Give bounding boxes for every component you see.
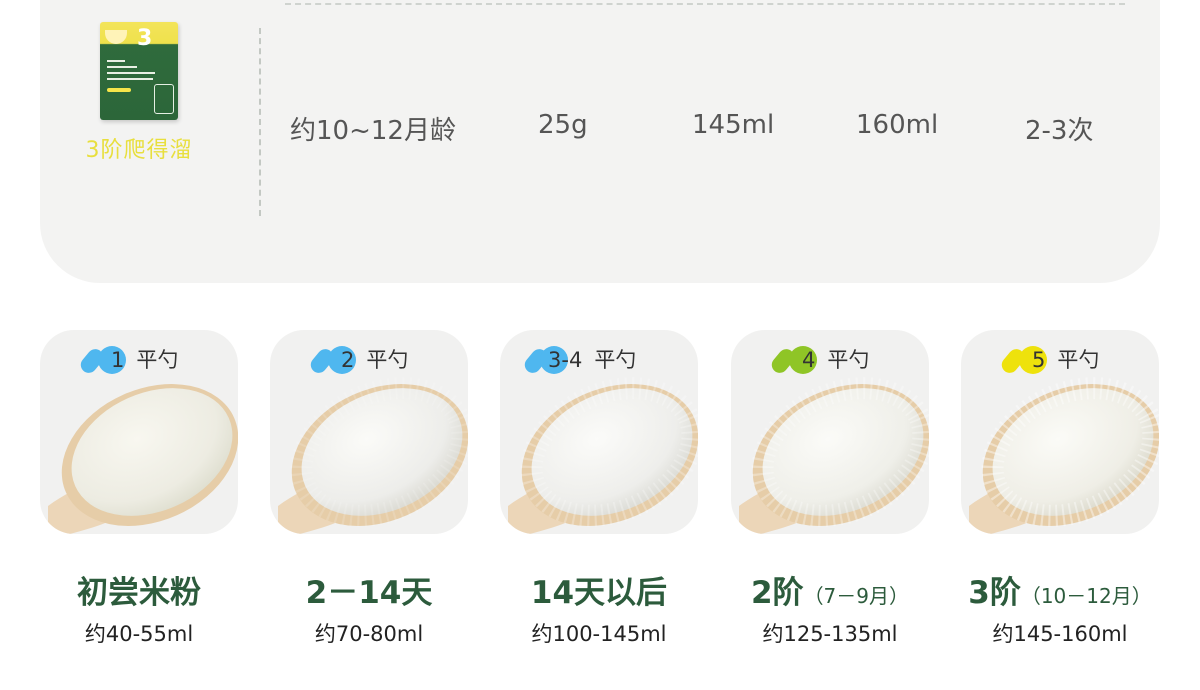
scoop-quantity: 2 平勺: [341, 344, 408, 374]
stage-title: 初尝米粉: [24, 567, 254, 612]
age-cell: 约10~12月龄: [290, 116, 456, 146]
product-package-image: 3: [100, 22, 178, 120]
column-divider: [259, 28, 261, 216]
stage-title: 14天以后: [484, 567, 714, 612]
stage-amount: 约40-55ml: [84, 622, 194, 646]
stage-tile: 5 平勺: [961, 330, 1159, 534]
total-cell: 160ml: [856, 110, 939, 140]
stage-tile: 2 平勺: [270, 330, 468, 534]
water-cell: 145ml: [692, 110, 775, 140]
stage-title: 2－14天: [254, 567, 484, 612]
scoop-number: 2: [341, 348, 355, 372]
scoop-quantity: 4 平勺: [802, 344, 869, 374]
scoop-number: 1: [111, 348, 125, 372]
stage-amount: 约100-145ml: [531, 622, 667, 646]
bowl-icon: [105, 30, 127, 44]
scoop-number: 3-4: [548, 348, 583, 372]
stage-title-main: 2阶: [750, 575, 804, 611]
summary-panel: [40, 0, 1160, 283]
scoop-unit: 平勺: [827, 348, 870, 372]
scoop-unit: 平勺: [136, 348, 179, 372]
stage-label: 3阶爬得溜: [85, 138, 193, 163]
top-divider: [285, 3, 1125, 5]
stage-title-main: 2－14天: [305, 575, 433, 611]
stage-tile: 1 平勺: [40, 330, 238, 534]
scoop-quantity: 3-4 平勺: [548, 344, 636, 374]
scoop-number: 4: [802, 348, 816, 372]
stage-title-main: 14天以后: [530, 575, 668, 611]
stage-title-months: （7－9月）: [803, 584, 910, 608]
scoop-unit: 平勺: [1057, 348, 1100, 372]
scoop-unit: 平勺: [366, 348, 409, 372]
stage-tile: 3-4 平勺: [500, 330, 698, 534]
cup-icon: [154, 84, 174, 114]
stage-amount: 约70-80ml: [314, 622, 424, 646]
stage-title-months: （10－12月）: [1020, 584, 1152, 608]
scoop-number: 5: [1032, 348, 1046, 372]
stage-title-main: 初尝米粉: [77, 575, 201, 611]
stage-tile: 4 平勺: [731, 330, 929, 534]
stage-number-graphic: 3: [137, 26, 153, 51]
times-cell: 2-3次: [1025, 116, 1094, 146]
scoop-quantity: 1 平勺: [111, 344, 178, 374]
scoop-unit: 平勺: [594, 348, 637, 372]
stage-title: 3阶（10－12月）: [945, 567, 1175, 612]
powder-cell: 25g: [538, 110, 588, 140]
stage-title: 2阶（7－9月）: [715, 567, 945, 612]
stage-amount: 约125-135ml: [762, 622, 898, 646]
scoop-quantity: 5 平勺: [1032, 344, 1099, 374]
stage-amount: 约145-160ml: [992, 622, 1128, 646]
stage-title-main: 3阶: [968, 575, 1021, 611]
